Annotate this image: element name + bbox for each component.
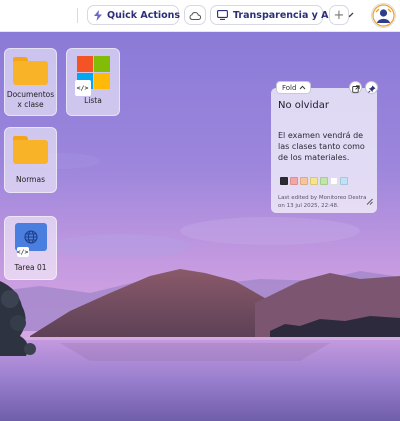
windows-logo-icon: </>	[74, 56, 110, 96]
workspace-selector[interactable]: Transparencia y AIP	[210, 5, 354, 25]
desktop-icon-documentos-x-clase[interactable]: Documentos x clase	[4, 48, 57, 116]
color-swatch[interactable]	[340, 177, 348, 185]
folder-icon	[13, 136, 48, 164]
workspace-label: Transparencia y AIP	[233, 9, 340, 21]
lightning-icon	[94, 9, 102, 21]
color-swatch[interactable]	[280, 177, 288, 185]
globe-icon: </>	[14, 223, 47, 257]
code-badge-icon: </>	[16, 247, 29, 257]
quick-actions-button[interactable]: Quick Actions	[87, 5, 195, 25]
desktop-icon-label: Documentos x clase	[6, 90, 55, 109]
fold-button[interactable]: Fold	[276, 81, 312, 94]
desktop-icon-label: Lista	[84, 96, 102, 105]
note-title[interactable]: No olvidar	[278, 100, 329, 111]
quick-actions-label: Quick Actions	[107, 9, 181, 21]
desktop-icon-label: Normas	[16, 175, 45, 184]
add-tab-button[interactable]: +	[329, 5, 349, 25]
code-badge-icon: </>	[74, 80, 91, 96]
color-swatch[interactable]	[310, 177, 318, 185]
desktop-icon-tarea-01[interactable]: </> Tarea 01	[4, 216, 57, 280]
open-external-icon	[351, 78, 360, 97]
fold-label: Fold	[282, 83, 297, 92]
color-swatch[interactable]	[330, 177, 338, 185]
desktop-icon-normas[interactable]: Normas	[4, 127, 57, 193]
desktop-icon-label: Tarea 01	[14, 263, 47, 272]
toolbar-divider	[77, 8, 78, 23]
color-swatch[interactable]	[300, 177, 308, 185]
plus-icon: +	[333, 7, 345, 23]
note-body[interactable]: El examen vendrá de las clases tanto com…	[278, 130, 373, 163]
resize-handle-icon[interactable]	[366, 190, 373, 209]
chevron-up-icon	[299, 84, 306, 92]
pin-button[interactable]	[365, 81, 378, 94]
top-bar: Quick Actions Transparencia y AIP +	[0, 0, 400, 32]
desktop-icon-lista[interactable]: </> Lista	[66, 48, 120, 116]
monitor-icon	[217, 10, 228, 20]
app-logo[interactable]	[371, 3, 396, 28]
cloud-sync-button[interactable]	[184, 5, 206, 25]
color-swatch[interactable]	[320, 177, 328, 185]
sticky-note[interactable]: Fold No olvidar El examen vendrá de las …	[271, 81, 378, 213]
pin-icon	[367, 78, 376, 97]
color-swatch[interactable]	[290, 177, 298, 185]
open-external-button[interactable]	[349, 81, 362, 94]
color-swatch-picker	[280, 177, 348, 185]
folder-icon	[13, 57, 48, 85]
note-footer: Last edited by Monitoreo Destra on 13 ju…	[278, 195, 367, 209]
cloud-icon	[189, 11, 201, 20]
